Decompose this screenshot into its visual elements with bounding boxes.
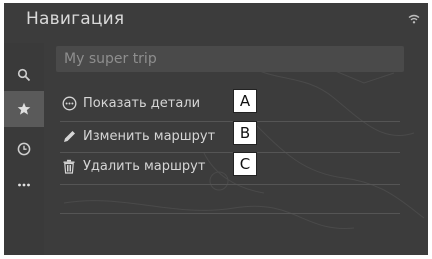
callout-c: C [233, 152, 257, 176]
page-title: Навигация [26, 9, 125, 29]
more-icon [18, 183, 30, 187]
navigation-screen: Навигация My super trip Показать детали … [4, 3, 428, 255]
divider [60, 152, 400, 153]
show-details-item[interactable]: Показать детали [60, 91, 200, 115]
edit-route-item[interactable]: Изменить маршрут [60, 124, 215, 148]
route-panel: My super trip Показать детали Изменить м… [50, 43, 410, 255]
callout-b: B [233, 121, 257, 145]
divider [60, 213, 400, 214]
rail-search-button[interactable] [4, 57, 44, 93]
clock-icon [17, 142, 31, 156]
more-circle-icon [60, 94, 78, 112]
search-icon [17, 68, 31, 82]
delete-route-item[interactable]: Удалить маршрут [60, 154, 205, 178]
trash-icon [60, 157, 78, 175]
edit-route-label: Изменить маршрут [83, 128, 216, 144]
side-rail [4, 43, 44, 255]
divider [60, 121, 400, 122]
trip-name-field[interactable]: My super trip [56, 46, 404, 72]
show-details-label: Показать детали [83, 95, 201, 111]
pencil-icon [60, 127, 78, 145]
rail-more-button[interactable] [4, 167, 44, 203]
wifi-icon [408, 14, 420, 24]
rail-favorites-button[interactable] [4, 91, 44, 127]
star-icon [17, 102, 31, 115]
delete-route-label: Удалить маршрут [83, 158, 206, 174]
divider [60, 184, 400, 185]
callout-a: A [233, 89, 257, 113]
rail-history-button[interactable] [4, 131, 44, 167]
